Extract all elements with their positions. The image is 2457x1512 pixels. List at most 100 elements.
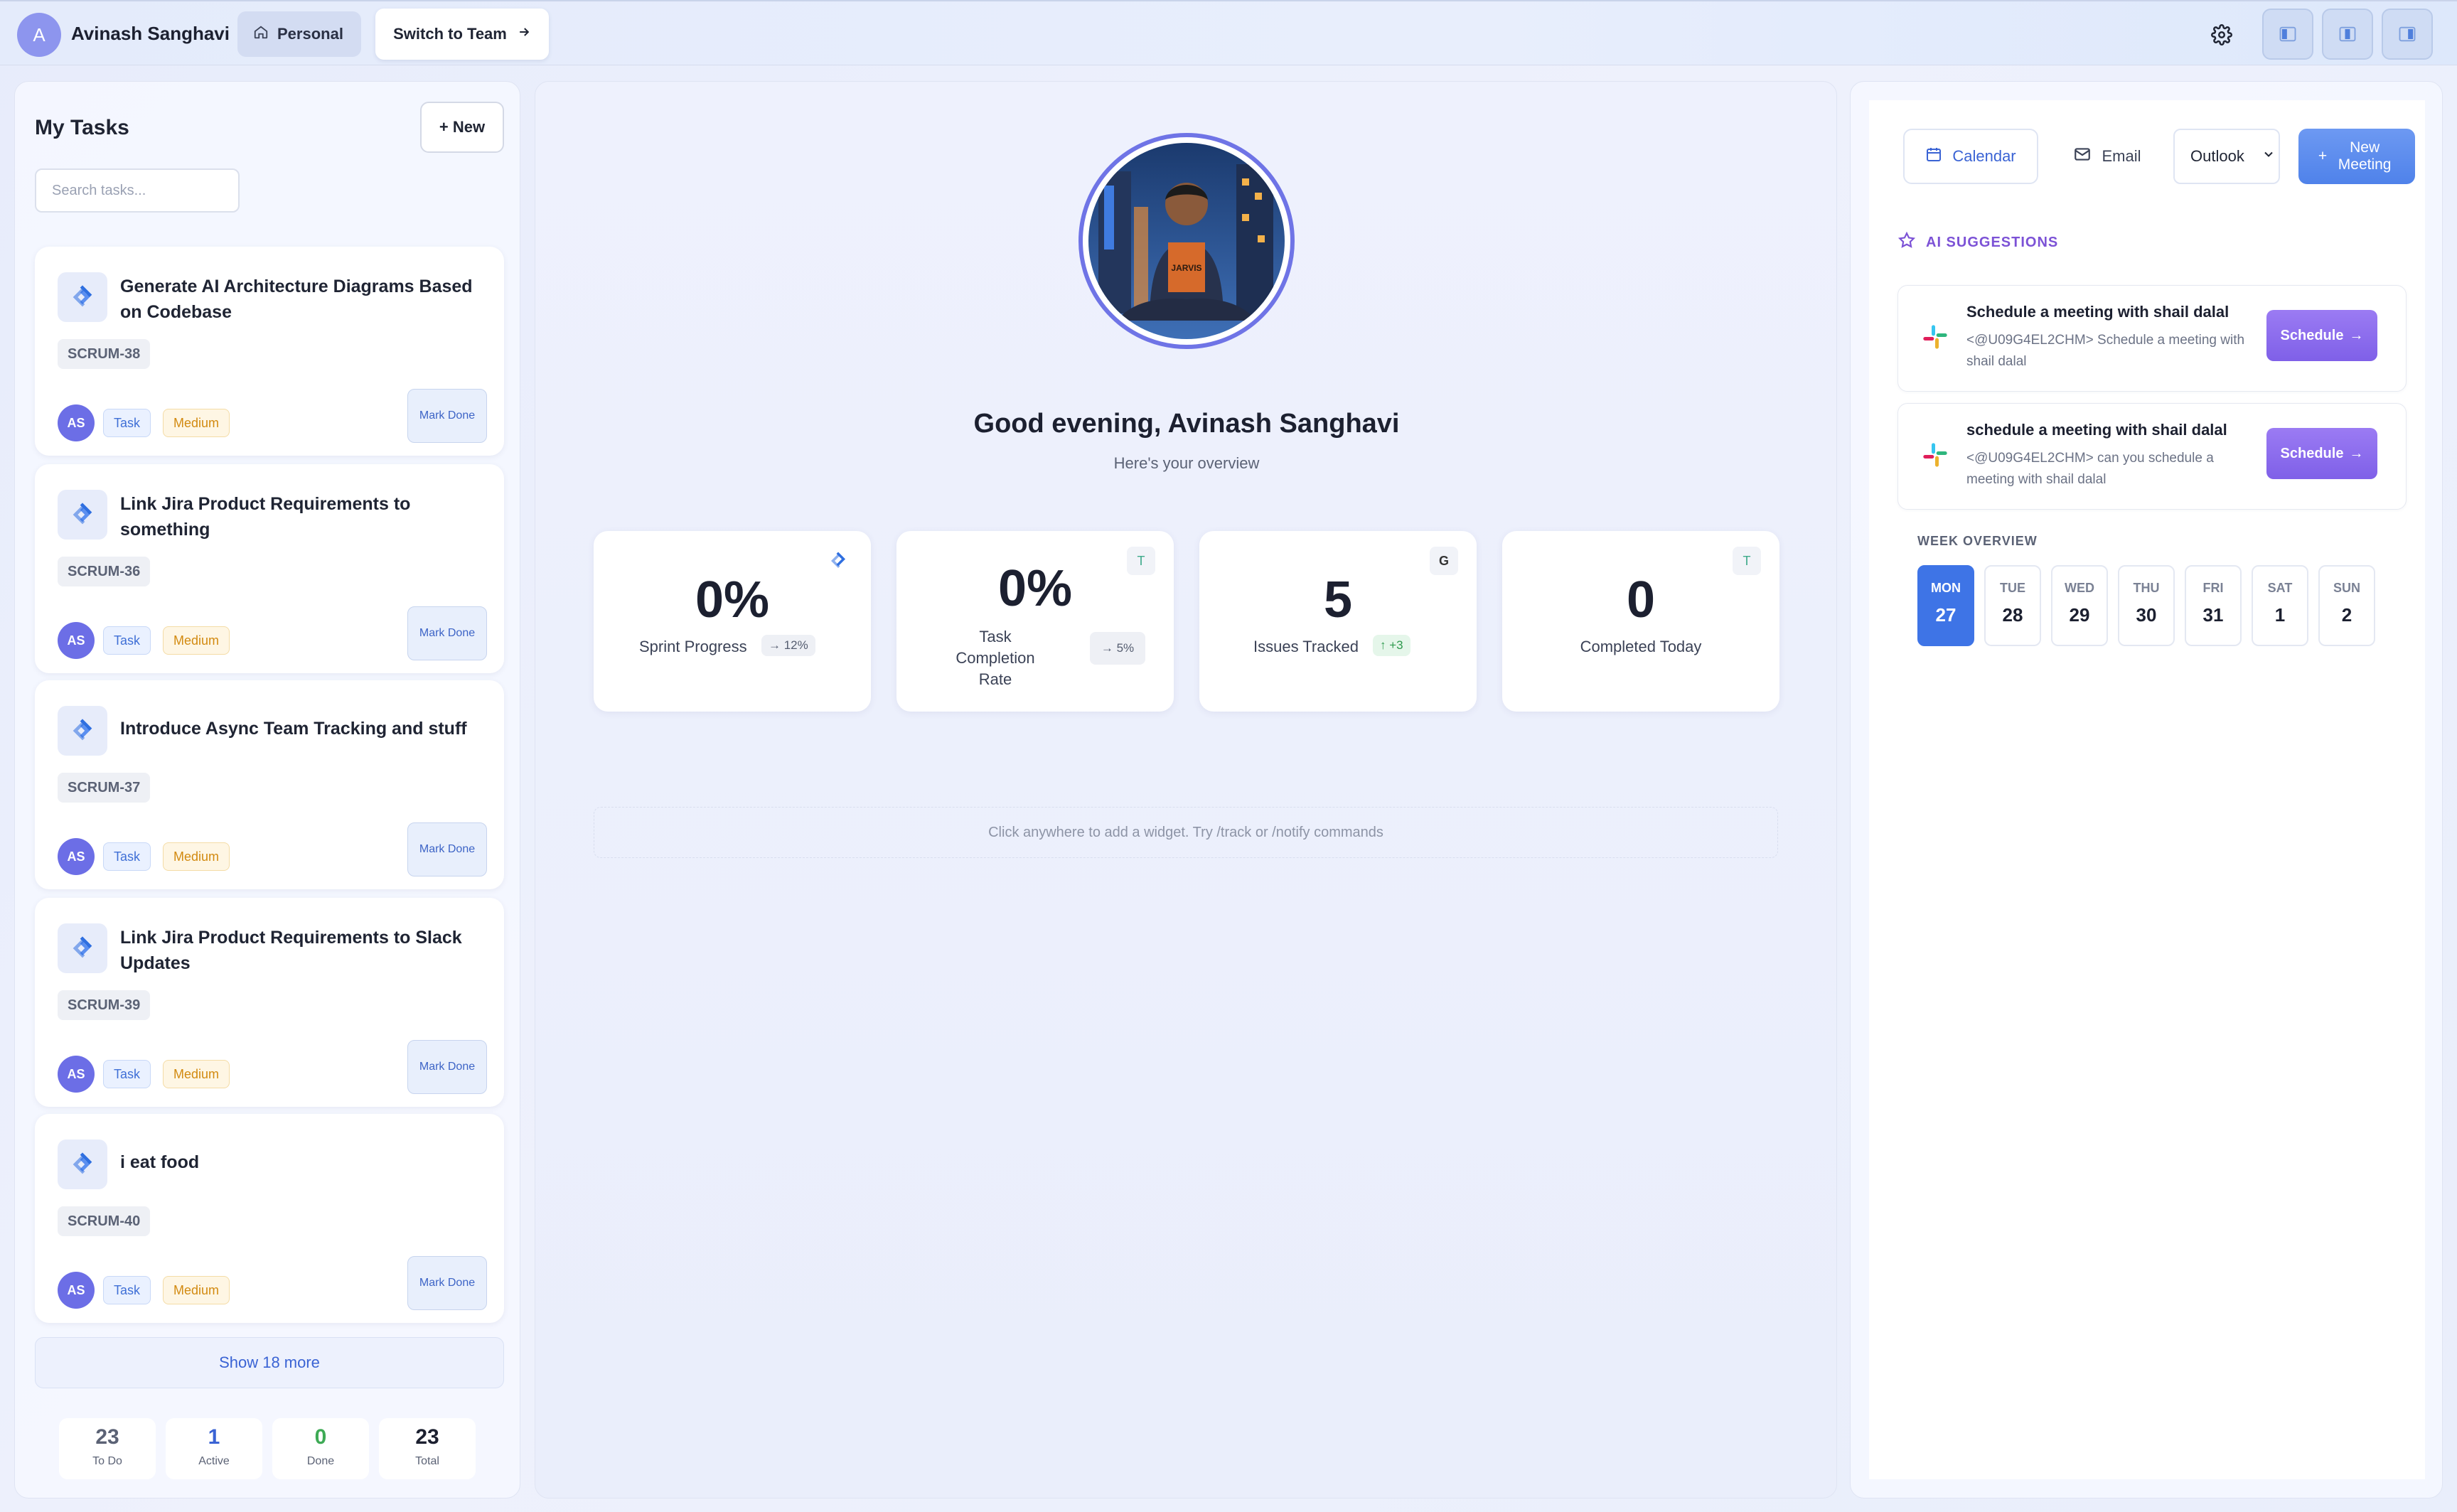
priority-tag: Medium: [163, 626, 230, 655]
metric-sprint-progress[interactable]: 0% Sprint Progress → 12%: [594, 531, 871, 712]
user-name: Avinash Sanghavi: [71, 23, 230, 44]
task-key: SCRUM-38: [58, 339, 151, 369]
schedule-card: Calendar Email Outlook + New Meeting AI …: [1869, 100, 2425, 1479]
mark-done-button[interactable]: Mark Done: [407, 389, 487, 443]
day-name: SAT: [2267, 581, 2293, 595]
mark-done-button[interactable]: Mark Done: [407, 822, 487, 876]
task-type-tag: Task: [103, 409, 151, 437]
layout-left-panel-button[interactable]: [2262, 9, 2313, 60]
day-date: 1: [2274, 604, 2286, 626]
day-cell[interactable]: MON 27: [1917, 565, 1974, 646]
greeting-title: Good evening, Avinash Sanghavi: [973, 409, 1400, 439]
home-icon: [253, 24, 269, 44]
overview-panel: JARVIS Good evening, Avinash Sanghavi He…: [535, 81, 1837, 1498]
stat-value: 1: [208, 1425, 220, 1449]
task-type-tag: Task: [103, 842, 151, 871]
mark-done-button[interactable]: Mark Done: [407, 606, 487, 660]
day-cell[interactable]: WED 29: [2051, 565, 2108, 646]
user-avatar[interactable]: A: [17, 13, 61, 57]
jira-icon: [58, 923, 107, 973]
day-date: 29: [2069, 604, 2090, 626]
slack-icon: [1921, 323, 1949, 351]
stat-label: Done: [306, 1455, 335, 1467]
day-cell[interactable]: SAT 1: [2252, 565, 2308, 646]
panel-right-icon: [2399, 26, 2416, 42]
metric-completed-today[interactable]: T 0 Completed Today: [1502, 531, 1779, 712]
task-card[interactable]: Introduce Async Team Tracking and stuff …: [35, 680, 504, 889]
priority-tag: Medium: [163, 1060, 230, 1088]
stat-label: Active: [198, 1455, 230, 1467]
layout-right-panel-button[interactable]: [2382, 9, 2433, 60]
task-type-tag: Task: [103, 626, 151, 655]
day-cell[interactable]: FRI 31: [2185, 565, 2242, 646]
ai-suggestions-heading: AI SUGGESTIONS: [1897, 231, 2058, 254]
personal-workspace-button[interactable]: Personal: [237, 11, 361, 57]
metric-label: Completed Today: [1580, 638, 1702, 655]
chevron-down-icon: [2261, 147, 2276, 166]
metric-trend-badge: → 12%: [761, 635, 815, 656]
day-date: 2: [2341, 604, 2352, 626]
gear-icon[interactable]: [2207, 20, 2237, 50]
new-task-button[interactable]: + New: [420, 102, 504, 153]
metric-trend-badge: → 5%: [1090, 632, 1145, 665]
tab-calendar[interactable]: Calendar: [1903, 129, 2038, 184]
add-widget-area[interactable]: Click anywhere to add a widget. Try /tra…: [594, 807, 1778, 858]
task-card[interactable]: Link Jira Product Requirements to Slack …: [35, 898, 504, 1107]
jira-icon: [58, 272, 107, 322]
task-card[interactable]: i eat food SCRUM-40 AS Task Medium Mark …: [35, 1114, 504, 1323]
star-icon: [1897, 231, 1916, 254]
task-title: Link Jira Product Requirements to someth…: [120, 494, 411, 540]
slack-icon: [1921, 441, 1949, 469]
task-key: SCRUM-39: [58, 990, 151, 1020]
day-name: SUN: [2333, 581, 2360, 595]
day-cell[interactable]: THU 30: [2118, 565, 2175, 646]
metric-task-completion[interactable]: T 0% Task Completion Rate → 5%: [896, 531, 1174, 712]
plus-icon: +: [2318, 148, 2328, 164]
tab-email[interactable]: Email: [2051, 129, 2163, 184]
day-date: 27: [1935, 604, 1956, 626]
suggestion-card: Schedule a meeting with shail dalal <@U0…: [1897, 285, 2407, 392]
tasks-panel: My Tasks + New Generate AI Architecture …: [14, 81, 520, 1498]
panel-left-icon: [2279, 26, 2296, 42]
metric-value: 0%: [997, 560, 1073, 617]
metric-value: 0%: [695, 572, 770, 628]
schedule-button[interactable]: Schedule →: [2266, 310, 2377, 361]
stat-value: 23: [415, 1425, 439, 1449]
new-meeting-button[interactable]: + New Meeting: [2298, 129, 2415, 184]
provider-value: Outlook: [2190, 147, 2244, 165]
assignee-avatar: AS: [58, 838, 95, 875]
stat-label: Total: [415, 1455, 439, 1467]
task-title: Introduce Async Team Tracking and stuff: [120, 719, 467, 739]
layout-center-panel-button[interactable]: [2322, 9, 2373, 60]
suggestion-description: <@U09G4EL2CHM> can you schedule a meetin…: [1966, 451, 2214, 487]
task-key: SCRUM-36: [58, 557, 151, 586]
mail-icon: [2073, 145, 2092, 168]
show-more-button[interactable]: Show 18 more: [35, 1337, 504, 1388]
day-cell[interactable]: SUN 2: [2318, 565, 2375, 646]
metric-issues-tracked[interactable]: G 5 Issues Tracked ↑ +3: [1199, 531, 1477, 712]
profile-avatar: JARVIS: [1078, 133, 1295, 349]
schedule-label: Schedule: [2280, 327, 2344, 343]
mark-done-button[interactable]: Mark Done: [407, 1040, 487, 1094]
stat-active: 1 Active: [166, 1418, 262, 1479]
switch-to-team-button[interactable]: Switch to Team: [375, 9, 549, 60]
stat-label: To Do: [92, 1455, 122, 1467]
metric-trend-badge: ↑ +3: [1373, 635, 1410, 656]
mark-done-button[interactable]: Mark Done: [407, 1256, 487, 1310]
task-title: Link Jira Product Requirements to Slack …: [120, 928, 462, 973]
task-card[interactable]: Link Jira Product Requirements to someth…: [35, 464, 504, 673]
task-key: SCRUM-37: [58, 773, 151, 803]
metric-label: Task Completion Rate: [956, 628, 1035, 688]
suggestion-title: schedule a meeting with shail dalal: [1966, 421, 2227, 439]
task-card[interactable]: Generate AI Architecture Diagrams Based …: [35, 247, 504, 456]
task-title: Generate AI Architecture Diagrams Based …: [120, 277, 473, 322]
ai-suggestions-label: AI SUGGESTIONS: [1926, 234, 2059, 250]
suggestion-description: <@U09G4EL2CHM> Schedule a meeting with s…: [1966, 333, 2245, 369]
jira-icon: [58, 490, 107, 540]
tasks-heading: My Tasks: [35, 116, 129, 139]
day-cell[interactable]: TUE 28: [1984, 565, 2041, 646]
search-tasks-input[interactable]: [35, 168, 240, 213]
schedule-button[interactable]: Schedule →: [2266, 428, 2377, 479]
stat-todo: 23 To Do: [59, 1418, 156, 1479]
calendar-provider-select[interactable]: Outlook: [2173, 129, 2280, 184]
